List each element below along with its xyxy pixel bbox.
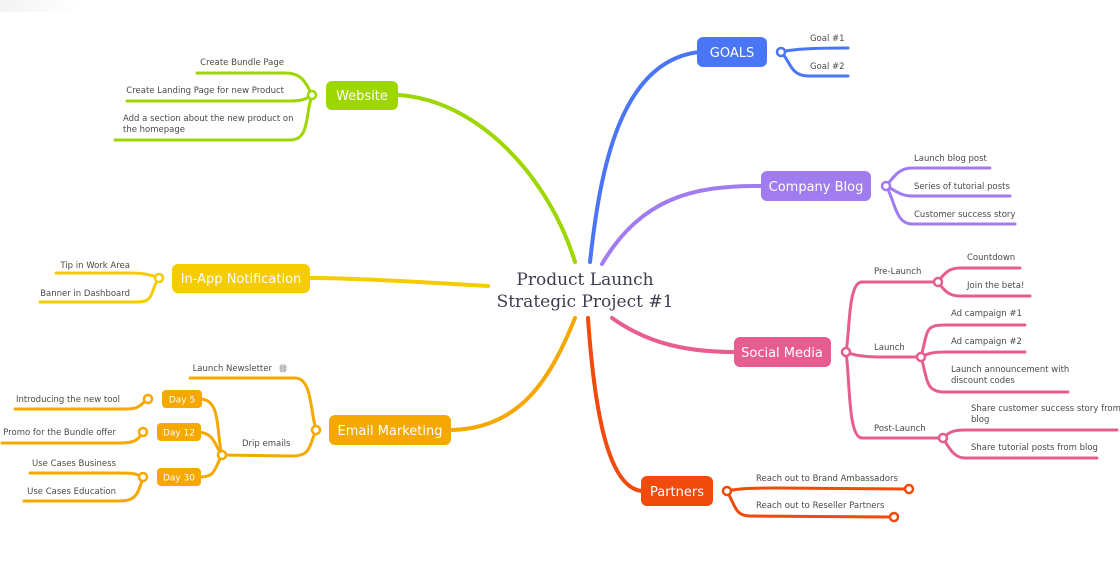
subtopic-goal1[interactable]: Goal #1: [810, 34, 845, 44]
collapse-knob-email[interactable]: [310, 424, 322, 436]
topic-email-marketing-label: Email Marketing: [338, 424, 443, 439]
collapse-knob-website[interactable]: [306, 89, 318, 101]
mind-map-canvas[interactable]: Product Launch Strategic Project #1 GOAL…: [0, 0, 1120, 576]
collapse-knob-goals[interactable]: [775, 46, 787, 58]
collapse-knob-launch[interactable]: [915, 351, 927, 363]
subtopic-ad-campaign-2[interactable]: Ad campaign #2: [951, 337, 1022, 347]
collapse-knob-blog[interactable]: [880, 180, 892, 192]
topic-social-media-label: Social Media: [741, 346, 823, 361]
collapse-knob-postlaunch[interactable]: [937, 432, 949, 444]
connector-partners-brand: [725, 486, 910, 493]
subtopic-create-bundle-page[interactable]: Create Bundle Page: [200, 58, 284, 68]
connector-day30-business: [28, 471, 145, 479]
branch-blog: Company Blog Launch blog post Series of …: [761, 154, 1017, 226]
branch-goals: GOALS Goal #1 Goal #2: [697, 34, 850, 78]
connector-goals-goal1: [779, 46, 850, 54]
connector-drip-day5: [198, 397, 224, 457]
connector-email-newsletter: [188, 376, 318, 432]
branch-partners: Partners Reach out to Brand Ambassadors …: [641, 474, 915, 523]
expand-knob-reseller-partners[interactable]: [888, 511, 900, 523]
subtopic-add-section-line1[interactable]: Add a section about the new product on: [123, 114, 294, 124]
topic-company-blog-label: Company Blog: [769, 180, 864, 195]
collapse-knob-social[interactable]: [840, 346, 852, 358]
subtopic-banner-dashboard[interactable]: Banner in Dashboard: [40, 289, 130, 299]
topic-goals-label: GOALS: [710, 46, 754, 61]
subtopic-share-success-line2[interactable]: blog: [971, 415, 989, 425]
connector-root-partners: [586, 316, 644, 493]
subtopic-launch-announcement-line2[interactable]: discount codes: [951, 376, 1015, 386]
collapse-knob-inapp[interactable]: [153, 272, 165, 284]
subtopic-join-beta[interactable]: Join the beta!: [966, 281, 1024, 291]
topic-partners-label: Partners: [650, 485, 704, 500]
subtopic-create-landing-page[interactable]: Create Landing Page for new Product: [126, 86, 284, 96]
subtopic-pre-launch[interactable]: Pre-Launch: [874, 267, 921, 277]
branch-website: Website Create Bundle Page Create Landin…: [113, 58, 398, 142]
subtopic-reseller-partners[interactable]: Reach out to Reseller Partners: [756, 501, 885, 511]
collapse-knob-day12[interactable]: [137, 426, 149, 438]
connector-root-social: [610, 316, 737, 354]
topic-day-12-label: Day 12: [163, 429, 195, 439]
subtopic-goal2[interactable]: Goal #2: [810, 62, 845, 72]
subtopic-launch[interactable]: Launch: [874, 343, 905, 353]
subtopic-share-success-line1[interactable]: Share customer success story from: [971, 404, 1120, 414]
connector-prelaunch-countdown: [936, 266, 1022, 284]
subtopic-brand-ambassadors[interactable]: Reach out to Brand Ambassadors: [756, 474, 898, 484]
collapse-knob-drip[interactable]: [216, 449, 228, 461]
root-topic[interactable]: Product Launch Strategic Project #1: [497, 270, 674, 312]
subtopic-use-cases-business[interactable]: Use Cases Business: [32, 459, 117, 469]
topic-day-5-label: Day 5: [169, 396, 195, 406]
topic-in-app-notification-label: In-App Notification: [181, 272, 302, 287]
connector-postlaunch-share1: [941, 428, 1119, 440]
root-title-line2: Strategic Project #1: [497, 292, 674, 312]
collapse-knob-day30[interactable]: [137, 471, 149, 483]
connector-root-blog: [600, 183, 764, 266]
collapse-knob-partners[interactable]: [721, 485, 733, 497]
connector-root-website: [396, 93, 577, 264]
subtopic-tip-work-area[interactable]: Tip in Work Area: [59, 261, 130, 271]
subtopic-promo-bundle[interactable]: Promo for the Bundle offer: [3, 428, 116, 438]
expand-knob-brand-ambassadors[interactable]: [903, 483, 915, 495]
subtopic-launch-newsletter[interactable]: Launch Newsletter: [193, 364, 273, 374]
subtopic-countdown[interactable]: Countdown: [967, 253, 1015, 263]
subtopic-series-tutorial-posts[interactable]: Series of tutorial posts: [914, 182, 1010, 192]
subtopic-add-section-line2[interactable]: the homepage: [123, 125, 185, 135]
subtopic-share-tutorials[interactable]: Share tutorial posts from blog: [971, 443, 1098, 453]
subtopic-drip-emails[interactable]: Drip emails: [242, 439, 291, 449]
connector-root-inapp: [308, 276, 490, 288]
svg-text:⛓: ⛓: [279, 365, 288, 373]
subtopic-use-cases-education[interactable]: Use Cases Education: [27, 487, 116, 497]
collapse-knob-prelaunch[interactable]: [932, 276, 944, 288]
subtopic-post-launch[interactable]: Post-Launch: [874, 424, 926, 434]
connector-inapp-tip: [54, 271, 161, 280]
subtopic-customer-success-story[interactable]: Customer success story: [914, 210, 1015, 220]
link-icon[interactable]: ⛓: [278, 363, 288, 374]
connector-launch-ad2: [919, 350, 1027, 359]
subtopic-launch-announcement-line1[interactable]: Launch announcement with: [951, 365, 1069, 375]
subtopic-ad-campaign-1[interactable]: Ad campaign #1: [951, 309, 1022, 319]
root-title-line1: Product Launch: [516, 270, 653, 290]
branch-social-media: Social Media Pre-Launch Countdown Join t…: [734, 253, 1120, 460]
collapse-knob-day5[interactable]: [142, 393, 154, 405]
connector-root-email: [450, 316, 577, 432]
connector-root-goals: [588, 50, 702, 264]
subtopic-launch-blog-post[interactable]: Launch blog post: [914, 154, 988, 164]
topic-day-30-label: Day 30: [163, 474, 195, 484]
branch-inapp-notification: In-App Notification Tip in Work Area Ban…: [38, 261, 310, 304]
branch-email-marketing: Email Marketing Launch Newsletter ⛓ Drip…: [0, 363, 451, 503]
topic-website-label: Website: [336, 89, 388, 104]
subtopic-introducing-tool[interactable]: Introducing the new tool: [16, 395, 120, 405]
